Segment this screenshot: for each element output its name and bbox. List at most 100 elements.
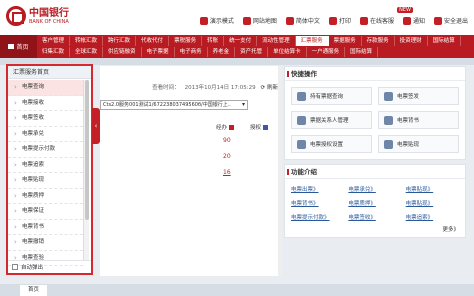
- quick-op-label: 电票授权设置: [310, 142, 344, 148]
- document-icon: [297, 91, 306, 101]
- feature-link[interactable]: 电票贴现》: [406, 185, 459, 193]
- nav-item[interactable]: 投资理财: [395, 36, 428, 46]
- service-menu-item[interactable]: 电票保证: [8, 204, 83, 220]
- nav-item[interactable]: 汇票服务: [295, 36, 329, 46]
- pending-count-3[interactable]: 16: [223, 169, 231, 176]
- bottom-home-tab[interactable]: 首页: [20, 285, 48, 296]
- print-link[interactable]: 打印: [328, 16, 351, 25]
- service-menu-item[interactable]: 电票查询: [8, 80, 83, 96]
- refresh-button[interactable]: ⟳ 刷新: [261, 83, 278, 91]
- nav-item[interactable]: 供应链融资: [103, 47, 142, 57]
- feature-link[interactable]: 电票追索》: [406, 213, 459, 221]
- quick-op-label: 电票贴现: [397, 142, 420, 148]
- nav-item[interactable]: 电子票据: [142, 47, 175, 57]
- nav-item[interactable]: 统一支付: [224, 36, 258, 46]
- nav-item[interactable]: 归集汇款: [37, 47, 71, 57]
- document-icon: [297, 139, 306, 149]
- nav-item[interactable]: 全球汇款: [70, 47, 104, 57]
- feature-link[interactable]: 电票承兑》: [348, 185, 401, 193]
- chevron-left-icon: ‹: [94, 122, 98, 130]
- nav-item[interactable]: 票据服务: [329, 36, 362, 46]
- nav-item[interactable]: 养老金: [208, 47, 236, 57]
- pending-count-2[interactable]: 20: [223, 153, 231, 160]
- nav-item[interactable]: 流动性管理: [257, 36, 296, 46]
- service-menu-item[interactable]: 电票接收: [8, 96, 83, 111]
- document-icon: [384, 139, 393, 149]
- online-service-link[interactable]: 在线客服: [359, 16, 394, 25]
- feature-link[interactable]: 电票出票》: [291, 185, 344, 193]
- quick-op-button[interactable]: 电票签发: [378, 87, 459, 105]
- nav-row-1: 客户管理 转帐汇款 跨行汇款 代收代付 票税服务 转账 统一支付 流动性管理 汇票服务 票据服务存…: [37, 36, 461, 46]
- collapse-panel-button[interactable]: ‹: [92, 108, 100, 144]
- account-select[interactable]: Cts2.0服务001测试1/67223803749560б/中国银行上..: [100, 100, 248, 110]
- language-link[interactable]: 简体中文: [285, 16, 320, 25]
- more-link[interactable]: 更多》: [285, 223, 465, 237]
- nav-row-2: 归集汇款 全球汇款 供应链融资 电子票据 电子商务 养老金 资产托管 单位结算卡 一户通服务 国际…: [37, 47, 379, 57]
- quick-op-button[interactable]: 票据关系人管理: [291, 111, 372, 129]
- quick-ops-box: 快捷操作 持有票据查询 电票签发 票据关系人管理 电票背书电票授权设置 电票贴现: [284, 66, 466, 160]
- service-menu-item[interactable]: 电票提示付款: [8, 142, 83, 158]
- site-map-link[interactable]: 网站地图: [242, 16, 277, 25]
- main-content: 查看时间： 2013年10月14日 17:05:29 ⟳ 刷新 Cts2.0服务…: [100, 66, 282, 276]
- nav-item[interactable]: 一户通服务: [307, 47, 346, 57]
- feature-link[interactable]: 电票提示付款》: [291, 213, 344, 221]
- feature-link[interactable]: 电票贴现》: [406, 199, 459, 207]
- nav-item[interactable]: 资产托管: [235, 47, 269, 57]
- quick-op-button[interactable]: 电票贴现: [378, 135, 459, 153]
- service-menu-scrollbar[interactable]: [83, 80, 89, 260]
- service-menu-item[interactable]: 电票贴现: [8, 173, 83, 189]
- nav-home-tab[interactable]: 首页: [0, 35, 37, 58]
- status-bar: 首页: [0, 284, 474, 296]
- nav-item[interactable]: 国际结算: [345, 47, 379, 57]
- demo-mode-link[interactable]: 演示模式: [199, 16, 234, 25]
- service-menu-item[interactable]: 电票质押: [8, 189, 83, 204]
- pending-count-1[interactable]: 90: [223, 137, 231, 144]
- top-links: 演示模式 网站地图 简体中文 打印 在线客服 通知 安全退出: [199, 16, 468, 25]
- quick-op-button[interactable]: 电票背书: [378, 111, 459, 129]
- service-menu-item[interactable]: 电票追索: [8, 158, 83, 173]
- features-title: 功能介绍: [285, 165, 465, 179]
- logout-link[interactable]: 安全退出: [433, 16, 468, 25]
- service-menu-item[interactable]: 电票撤销: [8, 235, 83, 251]
- nav-item[interactable]: 跨行汇款: [103, 36, 137, 46]
- time-row: 查看时间： 2013年10月14日 17:05:29 ⟳ 刷新: [100, 82, 282, 92]
- brand-name-cn: 中国银行: [29, 7, 69, 19]
- time-label: 查看时间：: [152, 85, 180, 91]
- new-badge: NEW: [397, 7, 413, 13]
- nav-item[interactable]: 单位结算卡: [268, 47, 307, 57]
- legend-operator: 经办: [216, 123, 235, 131]
- home-icon: [8, 44, 15, 49]
- auto-popup-option[interactable]: 自动弹出: [8, 260, 91, 273]
- demo-icon: [199, 16, 208, 25]
- document-icon: [297, 115, 306, 125]
- chat-icon: [359, 16, 368, 25]
- feature-link[interactable]: 电票签收》: [348, 213, 401, 221]
- notice-link[interactable]: 通知: [402, 16, 425, 25]
- quick-op-button[interactable]: 持有票据查询: [291, 87, 372, 105]
- quick-op-button[interactable]: 电票授权设置: [291, 135, 372, 153]
- features-box: 功能介绍 电票出票》 电票承兑》 电票贴现》 电票背书》 电票质押》 电票贴现》 电票提示付…: [284, 164, 466, 238]
- globe-icon: [285, 16, 294, 25]
- lock-icon: [433, 16, 442, 25]
- auto-popup-checkbox[interactable]: [12, 264, 18, 270]
- nav-item[interactable]: 客户管理: [37, 36, 71, 46]
- nav-item[interactable]: 转账: [202, 36, 225, 46]
- service-menu-item[interactable]: 电票签收: [8, 111, 83, 127]
- service-menu-item[interactable]: 电票承兑: [8, 127, 83, 142]
- bank-logo-icon: [6, 6, 26, 26]
- quick-op-label: 电票背书: [397, 118, 420, 124]
- feature-link[interactable]: 电票背书》: [291, 199, 344, 207]
- nav-item[interactable]: 国际结算: [428, 36, 461, 46]
- nav-item[interactable]: 票税服务: [169, 36, 203, 46]
- quick-ops-title: 快捷操作: [285, 67, 465, 81]
- nav-item[interactable]: 电子商务: [175, 47, 208, 57]
- service-menu-item[interactable]: 电票背书: [8, 220, 83, 235]
- nav-item[interactable]: 转帐汇款: [70, 36, 104, 46]
- service-menu-title[interactable]: 汇票服务首页: [8, 66, 91, 79]
- scrollbar-thumb[interactable]: [85, 80, 89, 220]
- main-scrollbar[interactable]: [278, 66, 282, 276]
- nav-item[interactable]: 存款服务: [362, 36, 395, 46]
- nav-item[interactable]: 代收代付: [136, 36, 170, 46]
- service-menu-dropdown: 汇票服务首页 电票查询电票接收电票签收电票承兑电票提示付款电票追索电票贴现电票质…: [6, 64, 93, 275]
- feature-link[interactable]: 电票质押》: [348, 199, 401, 207]
